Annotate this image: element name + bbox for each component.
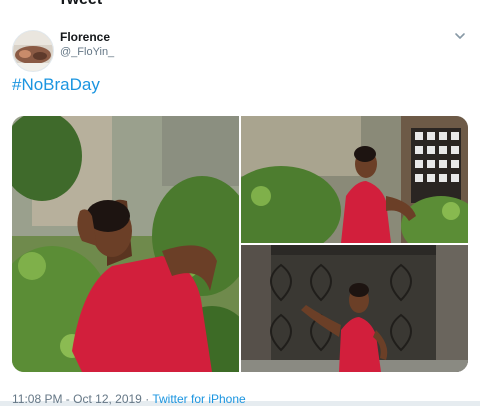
photo-3[interactable] <box>241 245 468 372</box>
author-handle[interactable]: @_FloYin_ <box>60 46 114 58</box>
tweet-card: Florence @_FloYin_ #NoBraDay 11:08 PM - … <box>0 18 480 406</box>
hashtag-link[interactable]: #NoBraDay <box>12 75 100 95</box>
page-title: Tweet <box>58 0 102 9</box>
tweet-timestamp[interactable]: 11:08 PM - Oct 12, 2019 <box>12 392 142 406</box>
page-header: Tweet <box>0 0 480 19</box>
photo-2[interactable] <box>241 116 468 243</box>
tweet-source[interactable]: Twitter for iPhone <box>152 392 245 406</box>
author-name[interactable]: Florence <box>60 30 110 44</box>
photo-1[interactable] <box>12 116 239 372</box>
chevron-down-icon[interactable] <box>452 28 468 44</box>
avatar[interactable] <box>12 30 54 72</box>
meta-separator: · <box>141 392 153 406</box>
avatar-photo <box>13 31 53 71</box>
tweet-meta: 11:08 PM - Oct 12, 2019 · Twitter for iP… <box>12 392 246 406</box>
media-grid <box>12 116 468 372</box>
